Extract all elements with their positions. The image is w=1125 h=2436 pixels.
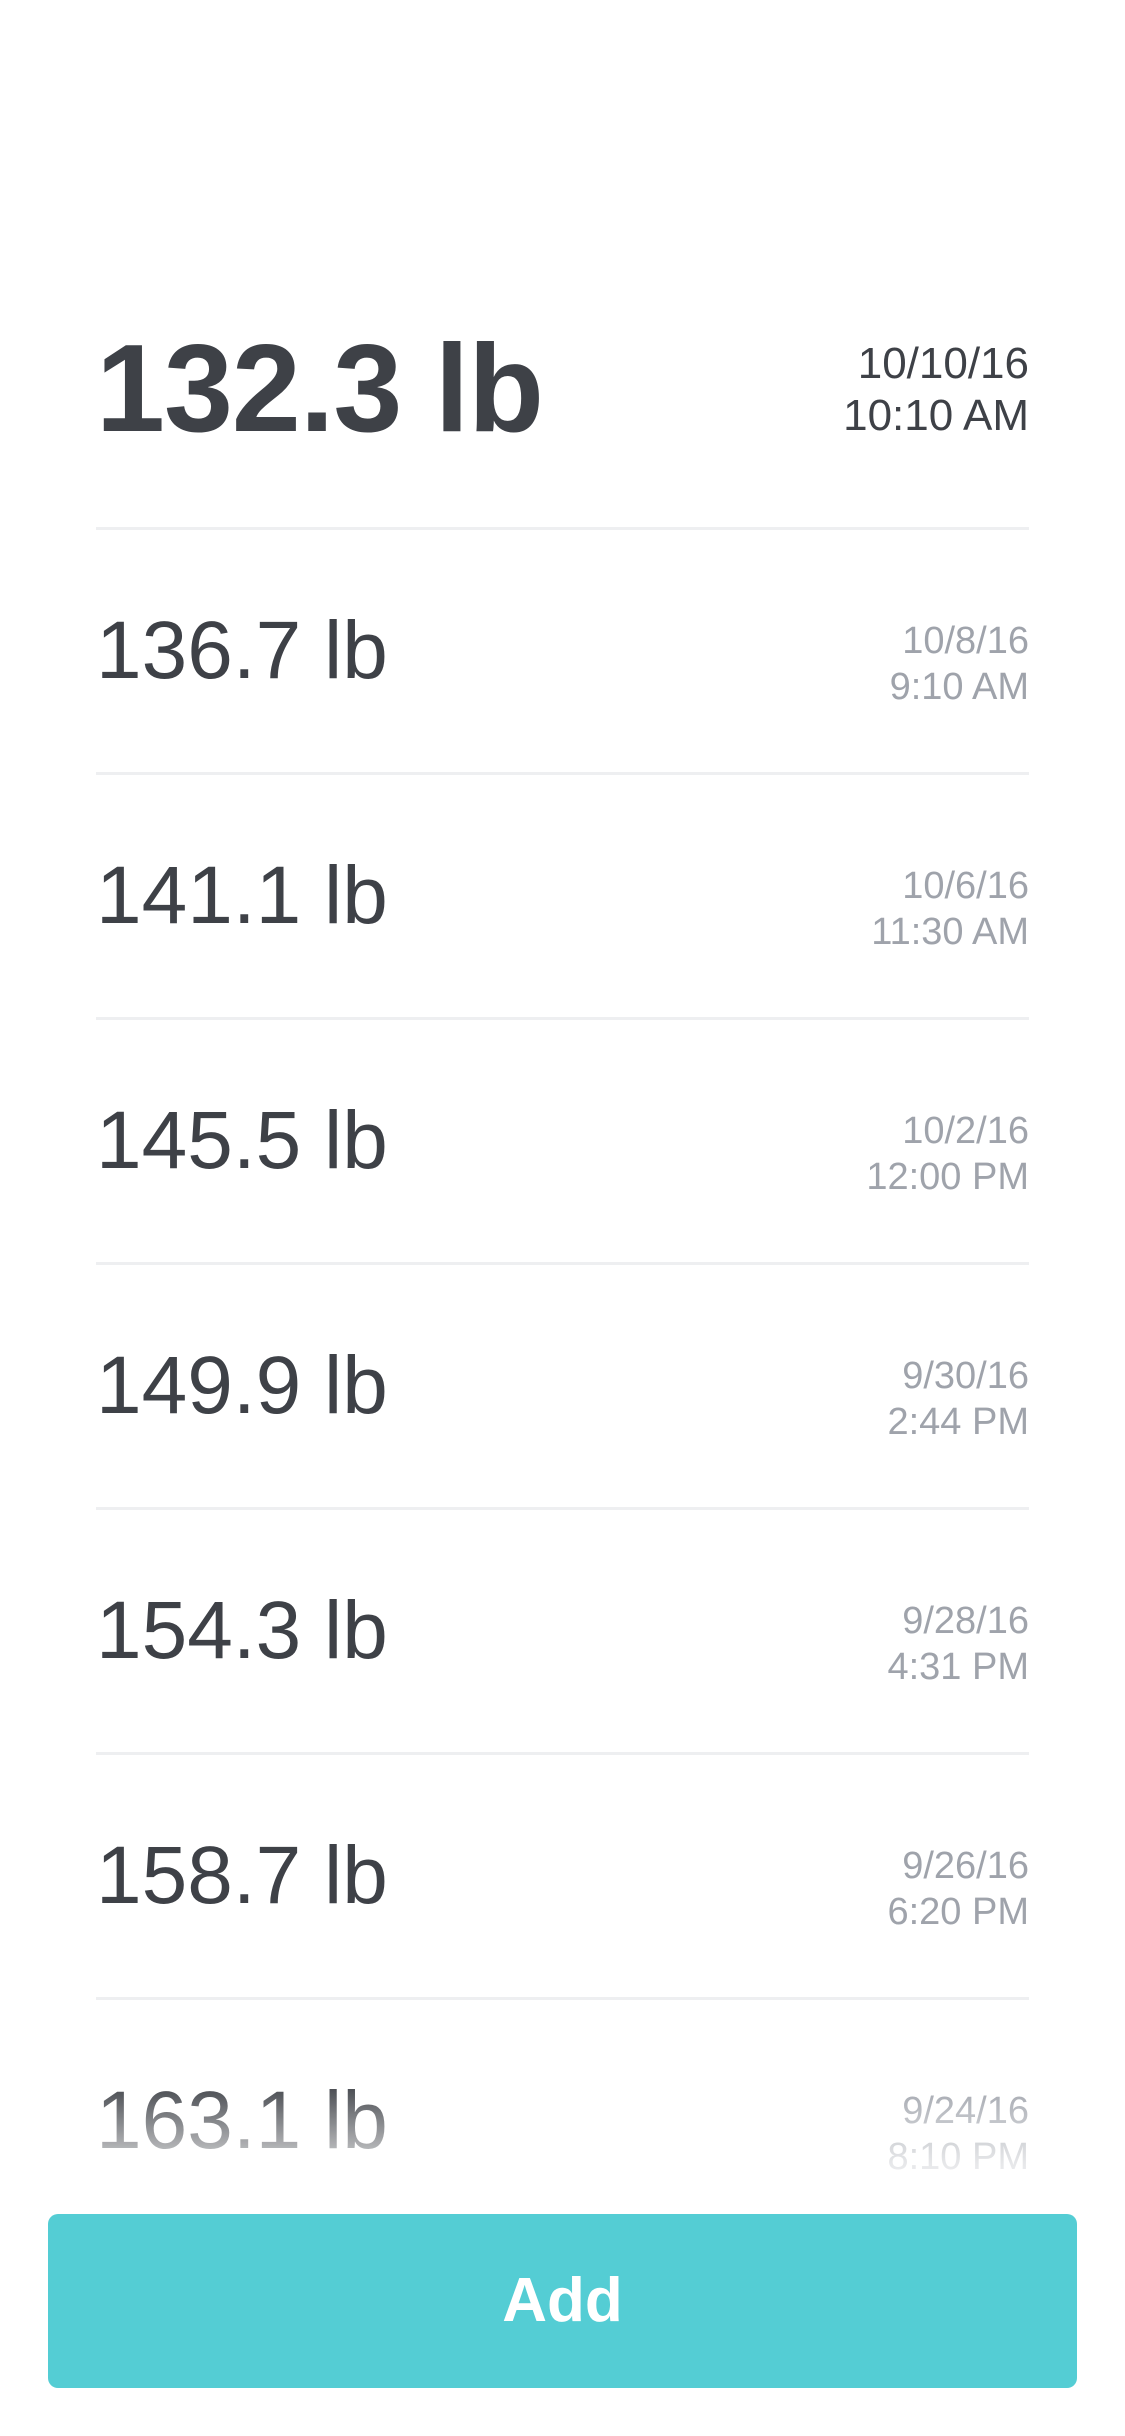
entry-timestamp: 9/26/16 6:20 PM (887, 1843, 1029, 1935)
entry-weight-value: 149.9 lb (96, 1340, 388, 1431)
entry-weight-value: 145.5 lb (96, 1095, 388, 1186)
entry-date: 10/8/16 (902, 620, 1029, 662)
entry-weight-value: 141.1 lb (96, 850, 388, 941)
entry-date: 9/24/16 (902, 2090, 1029, 2132)
weight-entry[interactable]: 145.5 lb 10/2/16 12:00 PM (96, 1020, 1029, 1265)
entry-weight-value: 158.7 lb (96, 1830, 388, 1921)
weight-entry[interactable]: 158.7 lb 9/26/16 6:20 PM (96, 1755, 1029, 2000)
entry-time: 4:31 PM (887, 1646, 1029, 1688)
latest-entry-timestamp: 10/10/16 10:10 AM (843, 338, 1029, 442)
weight-entry[interactable]: 141.1 lb 10/6/16 11:30 AM (96, 775, 1029, 1020)
weight-entry[interactable]: 136.7 lb 10/8/16 9:10 AM (96, 530, 1029, 775)
weight-entry[interactable]: 149.9 lb 9/30/16 2:44 PM (96, 1265, 1029, 1510)
entry-date: 10/6/16 (902, 865, 1029, 907)
weight-entry[interactable]: 154.3 lb 9/28/16 4:31 PM (96, 1510, 1029, 1755)
entry-weight-value: 154.3 lb (96, 1585, 388, 1676)
entry-time: 11:30 AM (871, 911, 1029, 953)
entry-weight-value: 136.7 lb (96, 605, 388, 696)
entry-date: 9/30/16 (902, 1355, 1029, 1397)
entry-timestamp: 10/6/16 11:30 AM (871, 863, 1029, 955)
entry-time: 6:20 PM (887, 1891, 1029, 1933)
entry-date: 10/2/16 (902, 1110, 1029, 1152)
entry-timestamp: 9/24/16 8:10 PM (887, 2088, 1029, 2180)
entry-time: 9:10 AM (889, 666, 1029, 708)
entry-time: 12:00 PM (866, 1156, 1029, 1198)
latest-weight-entry[interactable]: 132.3 lb 10/10/16 10:10 AM (96, 300, 1029, 530)
entry-date: 9/28/16 (902, 1600, 1029, 1642)
entry-timestamp: 10/2/16 12:00 PM (866, 1108, 1029, 1200)
latest-weight-value: 132.3 lb (96, 320, 544, 458)
latest-entry-time: 10:10 AM (843, 391, 1029, 440)
add-button[interactable]: Add (48, 2214, 1077, 2388)
entry-timestamp: 9/30/16 2:44 PM (887, 1353, 1029, 1445)
entry-timestamp: 9/28/16 4:31 PM (887, 1598, 1029, 1690)
entry-date: 9/26/16 (902, 1845, 1029, 1887)
entry-timestamp: 10/8/16 9:10 AM (890, 618, 1029, 710)
latest-entry-date: 10/10/16 (857, 339, 1029, 388)
entry-time: 2:44 PM (887, 1401, 1029, 1443)
